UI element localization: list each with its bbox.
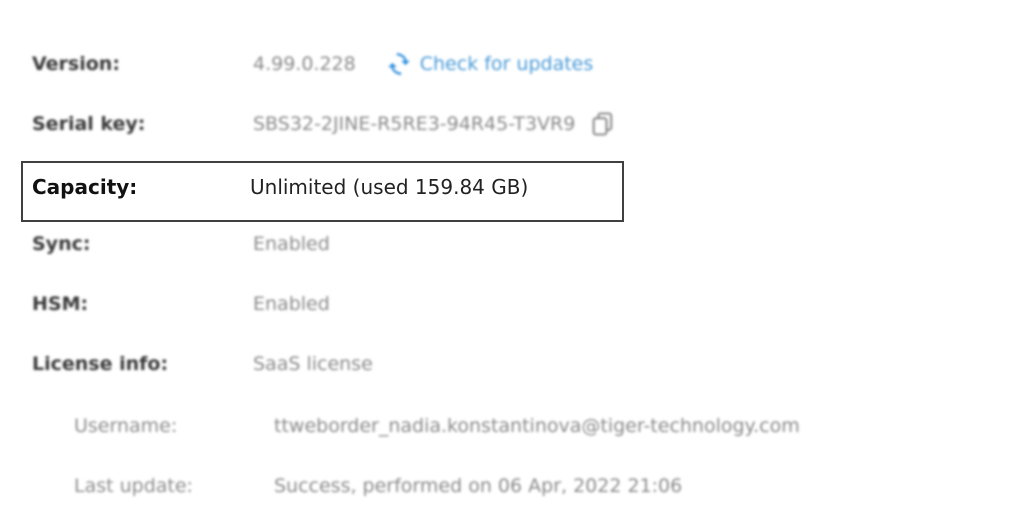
copy-icon[interactable] [589,110,617,138]
hsm-row: HSM: Enabled [32,289,330,319]
license-details-panel: Version: 4.99.0.228 Check for updates Se… [0,0,1012,505]
serial-row: Serial key: SBS32-2JINE-R5RE3-94R45-T3VR… [32,109,617,139]
last-update-label: Last update: [74,475,193,497]
hsm-value: Enabled [253,293,330,315]
sync-label: Sync: [32,233,91,255]
check-updates-link[interactable]: Check for updates [386,51,594,77]
license-row: License info: SaaS license [32,349,373,379]
sync-value: Enabled [253,233,330,255]
check-updates-label[interactable]: Check for updates [420,53,594,75]
license-label: License info: [32,353,169,375]
last-update-row: Last update: Success, performed on 06 Ap… [74,471,682,501]
license-value: SaaS license [253,353,373,375]
sync-row: Sync: Enabled [32,229,330,259]
last-update-value: Success, performed on 06 Apr, 2022 21:06 [274,475,683,497]
version-label: Version: [32,53,120,75]
hsm-label: HSM: [32,293,89,315]
capacity-label: Capacity: [32,175,138,199]
refresh-icon [387,53,410,75]
capacity-value: Unlimited (used 159.84 GB) [250,175,529,199]
serial-value: SBS32-2JINE-R5RE3-94R45-T3VR9 [253,113,576,135]
username-value: ttweborder_nadia.konstantinova@tiger-tec… [274,415,800,437]
version-value: 4.99.0.228 [253,53,356,75]
serial-label: Serial key: [32,113,146,135]
version-row: Version: 4.99.0.228 Check for updates [32,49,593,79]
username-label: Username: [74,415,178,437]
capacity-row: Capacity: Unlimited (used 159.84 GB) [32,170,528,204]
username-row: Username: ttweborder_nadia.konstantinova… [74,411,800,441]
